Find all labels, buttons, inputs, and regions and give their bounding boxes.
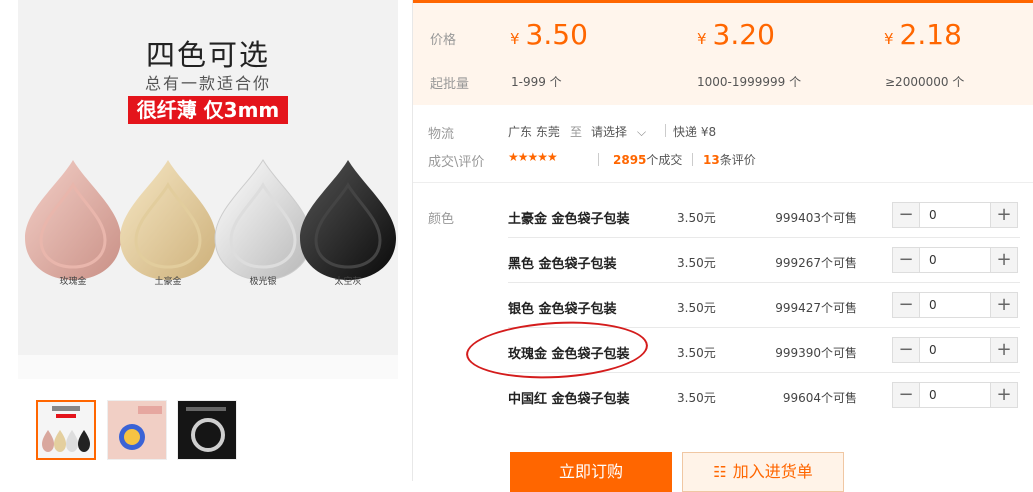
reviews-suffix: 条评价 bbox=[719, 153, 756, 167]
price-tier-3: ¥2.18 bbox=[884, 18, 962, 51]
logistics-to: 至 bbox=[570, 125, 583, 139]
quantity-input[interactable]: 0 bbox=[929, 383, 937, 407]
color-option-price: 3.50元 bbox=[677, 346, 716, 360]
reviews-count: 13 bbox=[703, 153, 720, 167]
quantity-stepper[interactable]: −0 + bbox=[892, 247, 1018, 273]
ring-label-gold: 土豪金 bbox=[154, 277, 182, 287]
plus-icon[interactable]: + bbox=[990, 338, 1017, 362]
plus-icon[interactable]: + bbox=[990, 383, 1017, 407]
deals-count-link[interactable]: 2895个成交 bbox=[613, 151, 682, 168]
quantity-stepper[interactable]: −0 + bbox=[892, 292, 1018, 318]
plus-icon[interactable]: + bbox=[990, 248, 1017, 272]
price-tier-1: ¥3.50 bbox=[510, 18, 588, 51]
ring-label-silver: 极光银 bbox=[249, 277, 277, 287]
quantity-stepper[interactable]: −0 + bbox=[892, 202, 1018, 228]
moq-tier-1: 1-999 个 bbox=[511, 75, 562, 89]
color-option-price: 3.50元 bbox=[677, 256, 716, 270]
thumbnail-3[interactable] bbox=[177, 400, 237, 460]
color-option-stock: 999427个可售 bbox=[775, 301, 857, 315]
quantity-input[interactable]: 0 bbox=[929, 293, 937, 317]
hero-subtitle: 总有一款适合你 bbox=[144, 74, 271, 93]
cart-list-icon: ☷ bbox=[713, 463, 727, 481]
color-option-name: 中国红 金色袋子包装 bbox=[508, 392, 630, 407]
color-option-stock: 999403个可售 bbox=[775, 211, 857, 225]
price-value: 3.50 bbox=[525, 18, 588, 51]
row-separator bbox=[508, 282, 1020, 283]
thumbnail-1-image bbox=[42, 406, 90, 452]
ring-label-black: 太空灰 bbox=[334, 277, 362, 287]
deals-suffix: 个成交 bbox=[646, 153, 683, 167]
quantity-input[interactable]: 0 bbox=[929, 203, 937, 227]
hero-title: 四色可选 bbox=[145, 38, 270, 72]
add-to-cart-button[interactable]: ☷ 加入进货单 bbox=[682, 452, 844, 492]
color-option-stock: 99604个可售 bbox=[782, 391, 857, 405]
rating-stars-icon: ★★★★★ bbox=[508, 150, 558, 164]
logistics-label: 物流 bbox=[428, 127, 455, 142]
thumbnail-2-image bbox=[108, 401, 166, 459]
quantity-input[interactable]: 0 bbox=[929, 338, 937, 362]
color-option-price: 3.50元 bbox=[677, 211, 716, 225]
destination-value: 请选择 bbox=[591, 125, 628, 139]
currency-symbol: ¥ bbox=[510, 30, 520, 48]
shipping-fee: 快递 ¥8 bbox=[673, 125, 717, 139]
minus-icon[interactable]: − bbox=[893, 293, 920, 317]
destination-select[interactable]: 请选择 ⌵ bbox=[591, 123, 646, 140]
ring-label-rose: 玫瑰金 bbox=[59, 277, 87, 287]
price-tier-2: ¥3.20 bbox=[697, 18, 775, 51]
add-to-cart-label: 加入进货单 bbox=[732, 462, 813, 481]
row-separator bbox=[508, 237, 1020, 238]
main-product-image: 四色可选 总有一款适合你 很纤薄 仅3mm 玫瑰金 土豪金 极光银 太空灰 bbox=[18, 0, 398, 355]
minus-icon[interactable]: − bbox=[893, 338, 920, 362]
price-label: 价格 bbox=[430, 33, 457, 48]
logistics-origin: 广东 东莞 bbox=[508, 125, 560, 139]
black-ring bbox=[300, 160, 396, 280]
silver-ring bbox=[214, 159, 312, 280]
divider bbox=[598, 153, 599, 166]
minus-icon[interactable]: − bbox=[893, 203, 920, 227]
price-value: 3.20 bbox=[712, 18, 775, 51]
divider bbox=[692, 153, 693, 166]
deals-count: 2895 bbox=[613, 153, 647, 167]
moq-tier-2: 1000-1999999 个 bbox=[697, 75, 802, 89]
color-option-stock: 999267个可售 bbox=[775, 256, 857, 270]
minus-icon[interactable]: − bbox=[893, 248, 920, 272]
order-now-button[interactable]: 立即订购 bbox=[510, 452, 672, 492]
color-option-name: 土豪金 金色袋子包装 bbox=[508, 212, 630, 227]
color-option-name: 银色 金色袋子包装 bbox=[508, 302, 617, 317]
reviews-count-link[interactable]: 13条评价 bbox=[703, 151, 756, 168]
gold-ring bbox=[120, 160, 216, 280]
color-option-name: 黑色 金色袋子包装 bbox=[508, 257, 617, 272]
plus-icon[interactable]: + bbox=[990, 203, 1017, 227]
price-value: 2.18 bbox=[899, 18, 962, 51]
quantity-input[interactable]: 0 bbox=[929, 248, 937, 272]
image-footer bbox=[18, 355, 398, 379]
moq-label: 起批量 bbox=[430, 77, 470, 92]
rose-gold-ring bbox=[25, 160, 121, 280]
color-option-stock: 999390个可售 bbox=[775, 346, 857, 360]
section-separator bbox=[413, 182, 1033, 183]
divider bbox=[665, 124, 666, 137]
moq-tier-3: ≥2000000 个 bbox=[885, 75, 965, 89]
minus-icon[interactable]: − bbox=[893, 383, 920, 407]
currency-symbol: ¥ bbox=[697, 30, 707, 48]
plus-icon[interactable]: + bbox=[990, 293, 1017, 317]
color-option-price: 3.50元 bbox=[677, 301, 716, 315]
color-label: 颜色 bbox=[428, 212, 455, 227]
quantity-stepper[interactable]: −0 + bbox=[892, 337, 1018, 363]
chevron-down-icon: ⌵ bbox=[637, 125, 647, 139]
quantity-stepper[interactable]: −0 + bbox=[892, 382, 1018, 408]
color-option-price: 3.50元 bbox=[677, 391, 716, 405]
ring-holders-image bbox=[25, 159, 396, 280]
thumbnail-2[interactable] bbox=[107, 400, 167, 460]
thumbnail-3-image bbox=[178, 401, 236, 459]
reviews-label: 成交\评价 bbox=[428, 155, 485, 170]
thumbnail-1[interactable] bbox=[36, 400, 96, 460]
currency-symbol: ¥ bbox=[884, 30, 894, 48]
